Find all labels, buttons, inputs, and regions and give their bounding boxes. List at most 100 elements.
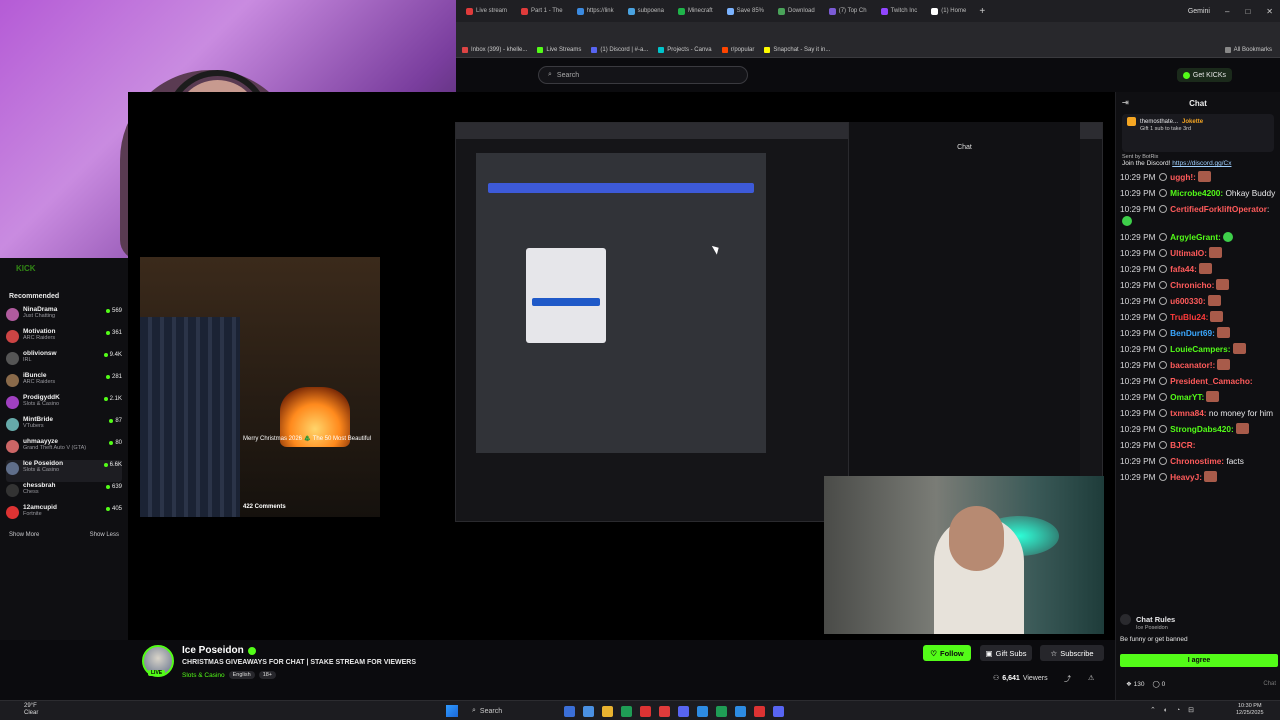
kicks-balance[interactable]: ❖ 130: [1126, 680, 1145, 688]
chat-username[interactable]: u600330:: [1170, 296, 1206, 306]
collapse-chat-icon[interactable]: ⇥: [1122, 98, 1129, 107]
taskbar-app-icon[interactable]: [602, 705, 613, 717]
follow-button[interactable]: ♡ Follow: [923, 645, 971, 661]
browser-tab[interactable]: Save 85%: [721, 2, 770, 20]
chat-username[interactable]: President_Camacho:: [1170, 376, 1253, 386]
agree-button[interactable]: I agree: [1120, 654, 1278, 667]
browser-tab[interactable]: (7) Top Ch: [823, 2, 873, 20]
bookmark-item[interactable]: Inbox (399) - khelle...: [462, 46, 527, 53]
chat-message: 10:29 PM u600330:: [1120, 293, 1276, 309]
bookmark-item[interactable]: r/popular: [721, 46, 754, 53]
message-time: 10:29 PM: [1120, 248, 1156, 258]
all-bookmarks[interactable]: All Bookmarks: [1224, 46, 1272, 53]
bookmark-icon: [764, 46, 771, 53]
report-icon[interactable]: ⚠: [1088, 674, 1094, 682]
system-tray[interactable]: ⌃ ◐ ◔ ⊟: [1150, 706, 1197, 714]
chat-username[interactable]: Chronicho:: [1170, 280, 1214, 290]
stream-category[interactable]: Slots & Casino: [182, 672, 225, 679]
chat-username[interactable]: ArgyleGrant:: [1170, 232, 1221, 242]
taskbar-search[interactable]: ⌕ Search: [466, 704, 556, 718]
taskbar-app-icon[interactable]: [716, 705, 727, 717]
bookmark-item[interactable]: Projects - Canva: [658, 46, 712, 53]
channel-category: ARC Raiders: [23, 335, 56, 341]
minimize-icon[interactable]: –: [1218, 7, 1236, 16]
chat-username[interactable]: UltimaIO:: [1170, 248, 1207, 258]
sidebar-item[interactable]: Ice Poseidon Slots & Casino 6.6K: [6, 460, 122, 482]
show-more-button[interactable]: Show More: [9, 532, 39, 538]
tag-pill[interactable]: English: [228, 671, 255, 679]
chat-username[interactable]: Microbe4200:: [1170, 188, 1223, 198]
search-input[interactable]: ⌕ Search: [538, 66, 748, 84]
taskbar-app-icon[interactable]: [754, 705, 765, 717]
chat-username[interactable]: HeavyJ:: [1170, 472, 1202, 482]
taskbar-app-icon[interactable]: [773, 705, 784, 717]
browser-tab[interactable]: Download: [772, 2, 821, 20]
close-icon[interactable]: ✕: [1259, 7, 1280, 16]
chat-username[interactable]: CertifiedForkliftOperator: [1170, 204, 1267, 214]
message-time: 10:29 PM: [1120, 344, 1156, 354]
browser-tab[interactable]: Minecraft: [672, 2, 719, 20]
emote-balance[interactable]: ◯ 0: [1153, 680, 1166, 688]
chat-username[interactable]: bacanator!:: [1170, 360, 1215, 370]
chat-username[interactable]: TruBlu24:: [1170, 312, 1208, 322]
taskbar-app-icon[interactable]: [735, 705, 746, 717]
show-less-button[interactable]: Show Less: [90, 532, 119, 538]
get-kicks-button[interactable]: Get KICKs: [1176, 68, 1232, 82]
gift-subs-button[interactable]: ▣ Gift Subs: [980, 645, 1032, 661]
kick-logo[interactable]: KICK: [16, 264, 122, 273]
browser-tab[interactable]: https://link: [571, 2, 620, 20]
taskbar-app-icon[interactable]: [564, 705, 575, 717]
address-bar[interactable]: [456, 22, 1280, 42]
discord-link[interactable]: https://discord.gg/Cx: [1172, 160, 1231, 167]
taskbar-app-icon[interactable]: [697, 705, 708, 717]
browser-tab[interactable]: (1) Home: [925, 2, 972, 20]
chat-username[interactable]: uggh!:: [1170, 172, 1196, 182]
sidebar-item[interactable]: MintBride VTubers 87: [6, 416, 122, 438]
sidebar-item[interactable]: iBuncle ARC Raiders 281: [6, 372, 122, 394]
streamer-name[interactable]: Ice Poseidon: [182, 645, 244, 656]
sidebar-item[interactable]: uhmaayyze Grand Theft Auto V (GTA) 80: [6, 438, 122, 460]
browser-tab[interactable]: Twitch Inc: [875, 2, 924, 20]
chat-username[interactable]: BenDurt69:: [1170, 328, 1215, 338]
gemini-button[interactable]: Gemini: [1182, 8, 1216, 15]
tag-pill[interactable]: 18+: [258, 671, 277, 679]
taskbar-app-icon[interactable]: [621, 705, 632, 717]
sidebar-item[interactable]: chessbrah Chess 639: [6, 482, 122, 504]
pinned-gift-banner[interactable]: themosthate... Jokette Gift 1 sub to take…: [1122, 114, 1274, 152]
chat-rules: Chat Rules Ice Poseidon Be funny or get …: [1120, 614, 1278, 643]
taskbar-app-icon[interactable]: [678, 705, 689, 717]
bookmark-item[interactable]: Snapchat - Say it in...: [764, 46, 830, 53]
clock[interactable]: 10:30 PM 12/25/2025: [1236, 703, 1264, 717]
sidebar-item[interactable]: NinaDrama Just Chatting 569: [6, 306, 122, 328]
browser-tab[interactable]: subpoena: [622, 2, 670, 20]
bookmark-item[interactable]: Live Streams: [537, 46, 581, 53]
sidebar-item[interactable]: ProdigyddK Slots & Casino 2.1K: [6, 394, 122, 416]
weather-widget[interactable]: 29°F Clear: [24, 703, 38, 717]
chat-message: 10:29 PM ArgyleGrant:: [1120, 229, 1276, 245]
sidebar-item[interactable]: oblivionsw IRL 9.4K: [6, 350, 122, 372]
chat-username[interactable]: Chronostime:: [1170, 456, 1224, 466]
new-tab-icon[interactable]: +: [974, 6, 990, 17]
chat-username[interactable]: StrongDabs420:: [1170, 424, 1234, 434]
chat-username[interactable]: LouieCampers:: [1170, 344, 1230, 354]
share-icon[interactable]: ⤴: [1064, 674, 1071, 684]
taskbar-app-icon[interactable]: [583, 705, 594, 717]
chat-username[interactable]: fafa44:: [1170, 264, 1197, 274]
chat-username[interactable]: BJCR:: [1170, 440, 1195, 450]
chat-username[interactable]: OmarYT:: [1170, 392, 1204, 402]
sidebar-item[interactable]: 12amcupid Fortnite 405: [6, 504, 122, 526]
channel-name: ProdigyddK: [23, 394, 60, 401]
chat-send-button[interactable]: Chat: [1263, 681, 1276, 687]
windows-start-icon[interactable]: [446, 705, 458, 717]
viewer-count: 80: [109, 440, 122, 446]
subscribe-button[interactable]: ☆ Subscribe: [1040, 645, 1104, 661]
browser-tab[interactable]: Live stream: [460, 2, 513, 20]
sidebar-item[interactable]: Motivation ARC Raiders 361: [6, 328, 122, 350]
bookmark-item[interactable]: (1) Discord | #-a...: [591, 46, 648, 53]
taskbar-app-icon[interactable]: [659, 705, 670, 717]
browser-tab[interactable]: Part 1 - The: [515, 2, 569, 20]
maximize-icon[interactable]: □: [1238, 7, 1257, 16]
chat-username[interactable]: txmna84:: [1170, 408, 1206, 418]
stream-video[interactable]: Merry Christmas 2026 🎄 The 50 Most Beaut…: [128, 92, 1115, 640]
taskbar-app-icon[interactable]: [640, 705, 651, 717]
